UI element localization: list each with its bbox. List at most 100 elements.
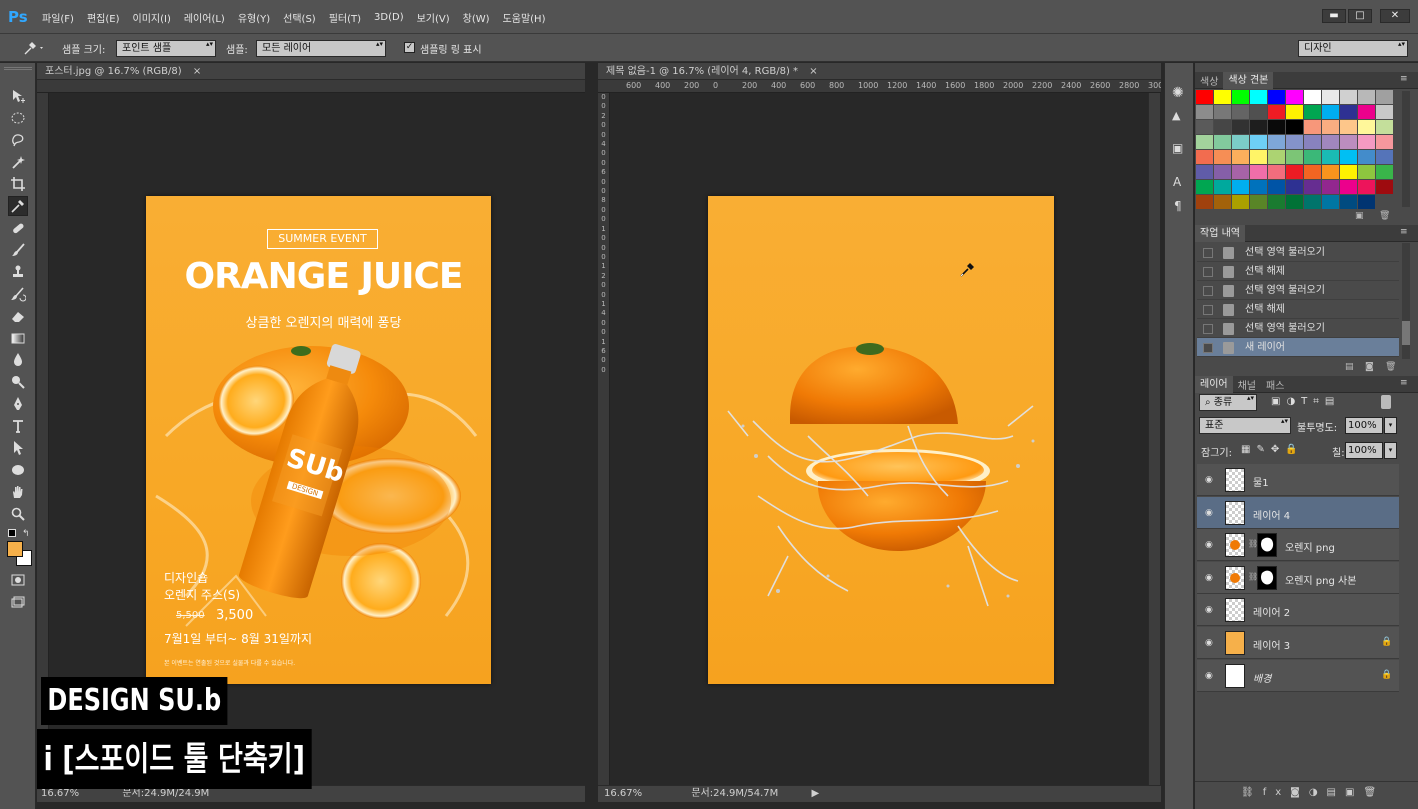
delete-swatch-icon[interactable]: 🗑 [1379, 211, 1390, 221]
panel-grip[interactable] [4, 67, 32, 70]
color-swatch[interactable] [1232, 120, 1249, 134]
color-swatch[interactable] [1250, 195, 1267, 209]
tool-preset-picker[interactable] [22, 40, 48, 56]
color-swatch[interactable] [1214, 105, 1231, 119]
working-canvas[interactable] [708, 196, 1054, 684]
paragraph-icon[interactable]: ¶ [1174, 199, 1182, 213]
tab-swatches[interactable]: 색상 견본 [1223, 71, 1274, 89]
opacity-input[interactable]: 100% [1345, 417, 1383, 434]
foreground-color-swatch[interactable] [7, 541, 23, 557]
color-swatch[interactable] [1250, 105, 1267, 119]
tab-layers[interactable]: 레이어 [1195, 375, 1233, 393]
color-swatch[interactable] [1322, 120, 1339, 134]
color-swatch[interactable] [1358, 105, 1375, 119]
visibility-eye-icon[interactable]: ◉ [1205, 638, 1213, 648]
marquee-tool[interactable] [8, 108, 28, 128]
color-swatch[interactable] [1232, 105, 1249, 119]
color-swatch[interactable] [1268, 180, 1285, 194]
tab-poster-doc[interactable]: 포스터.jpg @ 16.7% (RGB/8) × [37, 63, 585, 80]
color-swatch[interactable] [1340, 165, 1357, 179]
sample-select[interactable]: 모든 레이어 [256, 40, 386, 57]
layer-row[interactable]: ◉ 배경 🔒 [1197, 659, 1399, 692]
menu-item[interactable]: 레이어(L) [184, 10, 225, 25]
dodge-tool[interactable] [8, 372, 28, 392]
history-item[interactable]: 선택 영역 불러오기 [1197, 281, 1399, 300]
doc1-zoom[interactable]: 16.67% [41, 788, 79, 799]
color-swatch[interactable] [1214, 120, 1231, 134]
tab-close-icon[interactable]: × [809, 66, 817, 77]
navigator-icon[interactable]: ✺ [1172, 85, 1184, 101]
color-swatch[interactable] [1268, 135, 1285, 149]
maximize-button[interactable]: □ [1348, 9, 1372, 23]
color-swatch[interactable] [1340, 120, 1357, 134]
quick-mask-button[interactable] [8, 570, 28, 590]
color-swatch[interactable] [1214, 150, 1231, 164]
color-swatch[interactable] [1376, 90, 1393, 104]
color-swatch[interactable] [1358, 195, 1375, 209]
color-swatch[interactable] [1196, 150, 1213, 164]
history-brush-tool[interactable] [8, 284, 28, 304]
color-swatch[interactable] [1376, 165, 1393, 179]
hand-tool[interactable] [8, 482, 28, 502]
blur-tool[interactable] [8, 350, 28, 370]
color-swatch[interactable] [1340, 195, 1357, 209]
layer-mask-thumbnail[interactable] [1257, 533, 1277, 558]
panel-menu-icon[interactable]: ≡ [1400, 378, 1408, 388]
color-swatch[interactable] [1340, 180, 1357, 194]
character-icon[interactable]: A [1173, 175, 1181, 189]
show-ring-checkbox[interactable]: ✓ [404, 42, 415, 53]
gradient-tool[interactable] [8, 328, 28, 348]
color-swatch[interactable] [1250, 150, 1267, 164]
history-source-checkbox[interactable] [1203, 343, 1213, 353]
type-tool[interactable] [8, 416, 28, 436]
color-swatch[interactable] [1358, 135, 1375, 149]
color-swatch[interactable] [1196, 195, 1213, 209]
menu-item[interactable]: 창(W) [463, 10, 490, 25]
color-swatch[interactable] [1268, 90, 1285, 104]
close-button[interactable]: ✕ [1380, 9, 1410, 23]
color-swatch[interactable] [1304, 195, 1321, 209]
poster-canvas[interactable]: SUMMER EVENT ORANGE JUICE 상큼한 오렌지의 매력에 퐁… [146, 196, 491, 684]
color-swatch[interactable] [1286, 105, 1303, 119]
history-source-checkbox[interactable] [1203, 324, 1213, 334]
delete-state-icon[interactable]: 🗑 [1385, 362, 1396, 372]
menu-item[interactable]: 보기(V) [417, 10, 450, 25]
ellipse-tool[interactable] [8, 460, 28, 480]
color-swatch[interactable] [1232, 90, 1249, 104]
history-item[interactable]: 선택 해제 [1197, 300, 1399, 319]
tab-color[interactable]: 색상 [1195, 73, 1223, 88]
color-swatch[interactable] [1358, 165, 1375, 179]
stamp-tool[interactable] [8, 262, 28, 282]
tab-history[interactable]: 작업 내역 [1195, 224, 1245, 242]
pen-tool[interactable] [8, 394, 28, 414]
color-swatch[interactable] [1358, 90, 1375, 104]
color-swatch[interactable] [1250, 165, 1267, 179]
history-item[interactable]: 새 레이어 [1197, 338, 1399, 357]
color-swatch[interactable] [1214, 135, 1231, 149]
color-swatch[interactable] [1376, 180, 1393, 194]
menu-item[interactable]: 파일(F) [42, 10, 74, 25]
color-swatch[interactable] [1286, 165, 1303, 179]
layer-filter-icons[interactable]: ▣◑T⌗▤ [1271, 396, 1340, 407]
layer-row[interactable]: ◉ 물1 [1197, 464, 1399, 496]
color-swatch[interactable] [1304, 120, 1321, 134]
color-swatch[interactable] [1304, 90, 1321, 104]
color-swatch[interactable] [1286, 135, 1303, 149]
layer-filter-select[interactable]: ⌕ 종류 [1199, 394, 1257, 411]
quick-select-tool[interactable] [8, 152, 28, 172]
color-swatch[interactable] [1376, 135, 1393, 149]
default-colors-icon[interactable] [8, 529, 16, 537]
color-swatch[interactable] [1268, 120, 1285, 134]
healing-tool[interactable] [8, 218, 28, 238]
color-swatch[interactable] [1304, 165, 1321, 179]
screen-mode-button[interactable] [8, 592, 28, 612]
opacity-slider-toggle[interactable]: ▾ [1384, 417, 1397, 434]
properties-icon[interactable]: ▣ [1172, 141, 1183, 155]
color-swatch[interactable] [1286, 90, 1303, 104]
color-swatch[interactable] [1196, 180, 1213, 194]
new-document-from-state-icon[interactable]: ▤ [1345, 362, 1354, 372]
color-swatch[interactable] [1250, 120, 1267, 134]
menu-item[interactable]: 필터(T) [329, 10, 361, 25]
blend-mode-select[interactable]: 표준 [1199, 417, 1291, 434]
visibility-eye-icon[interactable]: ◉ [1205, 605, 1213, 615]
